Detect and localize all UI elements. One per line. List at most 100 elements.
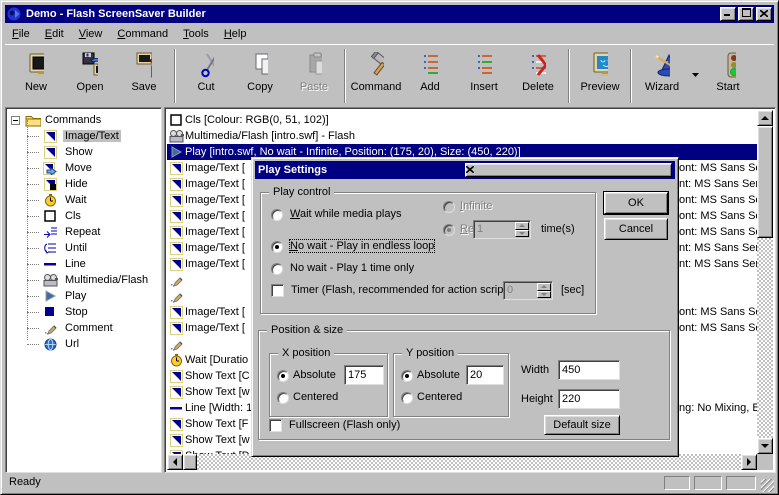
fullscreen-label[interactable]: Fullscreen (Flash only) <box>289 419 400 431</box>
fullscreen-checkbox[interactable] <box>269 419 282 432</box>
y-position-field[interactable]: 20 <box>466 365 504 385</box>
toolbar-button-preview[interactable]: Preview <box>573 49 627 101</box>
menu-item-view[interactable]: View <box>72 26 111 42</box>
sidebar-item-play[interactable]: Play <box>6 288 161 304</box>
menu-item-command[interactable]: Command <box>110 26 176 42</box>
tree-item-label[interactable]: Hide <box>63 178 90 190</box>
sidebar-item-image-text[interactable]: Image/Text <box>6 128 161 144</box>
x-centered-label[interactable]: Centered <box>293 391 338 403</box>
y-centered-label[interactable]: Centered <box>417 391 462 403</box>
x-absolute-label[interactable]: Absolute <box>293 369 336 381</box>
dialog-title-bar[interactable]: Play Settings <box>255 161 675 179</box>
toolbar-button-save[interactable]: Save <box>117 49 171 101</box>
y-absolute-label[interactable]: Absolute <box>417 369 460 381</box>
cancel-button[interactable]: Cancel <box>604 218 668 240</box>
tree-item-label[interactable]: Until <box>63 242 89 254</box>
tree-root-label[interactable]: Commands <box>45 114 101 126</box>
scroll-down-button[interactable] <box>757 438 773 454</box>
tree-item-label[interactable]: Line <box>63 258 88 270</box>
toolbar-button-copy[interactable]: Copy <box>233 49 287 101</box>
toolbar-button-wizard[interactable]: Wizard <box>635 49 689 101</box>
multimedia-icon <box>167 130 185 143</box>
no-wait-endless-loop-radio[interactable] <box>271 241 283 253</box>
ok-button[interactable]: OK <box>604 192 668 214</box>
tree-item-label[interactable]: Comment <box>63 322 115 334</box>
tree-item-label[interactable]: Play <box>63 290 88 302</box>
horizontal-scrollbar-thumb[interactable] <box>183 454 197 470</box>
sidebar-item-move[interactable]: Move <box>6 160 161 176</box>
scroll-right-button[interactable] <box>741 454 757 470</box>
menu-item-edit[interactable]: Edit <box>38 26 72 42</box>
y-centered-radio[interactable] <box>401 392 413 404</box>
wait-while-media-plays-radio[interactable] <box>271 209 283 221</box>
sidebar-item-wait[interactable]: Wait <box>6 192 161 208</box>
tree-item-label[interactable]: Multimedia/Flash <box>63 274 150 286</box>
sidebar-item-repeat[interactable]: Repeat <box>6 224 161 240</box>
sidebar-item-until[interactable]: Until <box>6 240 161 256</box>
y-absolute-radio[interactable] <box>401 370 413 382</box>
toolbar-button-label: Open <box>77 81 104 93</box>
tree-item-label[interactable]: Move <box>63 162 94 174</box>
maximize-button[interactable] <box>738 7 754 21</box>
sidebar-item-multimedia-flash[interactable]: Multimedia/Flash <box>6 272 161 288</box>
toolbar-button-start[interactable]: Start <box>701 49 755 101</box>
toolbar-button-delete[interactable]: Delete <box>511 49 565 101</box>
sidebar-item-stop[interactable]: Stop <box>6 304 161 320</box>
tree-item-label[interactable]: Repeat <box>63 226 102 238</box>
timer-checkbox[interactable] <box>271 284 284 297</box>
wait-while-media-plays-label[interactable]: Wait while media plays <box>290 208 401 220</box>
menu-item-tools[interactable]: Tools <box>176 26 217 42</box>
tree-item-label[interactable]: Show <box>63 146 95 158</box>
resize-grip[interactable] <box>761 479 774 492</box>
timer-label[interactable]: Timer (Flash, recommended for action scr… <box>291 284 516 296</box>
dialog-close-button[interactable] <box>465 163 672 177</box>
x-centered-radio[interactable] <box>277 392 289 404</box>
no-wait-once-radio[interactable] <box>271 263 283 275</box>
list-item-text-fragment: ont: MS Sans Se <box>679 224 757 240</box>
sidebar-item-line[interactable]: Line <box>6 256 161 272</box>
toolbar-button-command[interactable]: Command <box>349 49 403 101</box>
toolbar-button-open[interactable]: Open <box>63 49 117 101</box>
toolbar-button-add[interactable]: Add <box>403 49 457 101</box>
sidebar-item-url[interactable]: Url <box>6 336 161 352</box>
list-item-text-fragment: ont: MS Sans Se <box>679 320 757 336</box>
x-absolute-radio[interactable] <box>277 370 289 382</box>
menu-item-help[interactable]: Help <box>217 26 255 42</box>
sidebar-item-show[interactable]: Show <box>6 144 161 160</box>
scroll-up-button[interactable] <box>757 110 773 126</box>
list-item[interactable]: Multimedia/Flash [intro.swf] - Flash <box>167 128 757 144</box>
vertical-scrollbar[interactable] <box>757 110 773 454</box>
default-size-button[interactable]: Default size <box>544 415 620 435</box>
tree-item-label[interactable]: Image/Text <box>63 130 121 142</box>
image-text-icon <box>167 418 185 431</box>
minimize-button[interactable] <box>720 7 736 21</box>
no-wait-once-label[interactable]: No wait - Play 1 time only <box>290 262 414 274</box>
list-item[interactable]: Cls [Colour: RGB(0, 51, 102)] <box>167 112 757 128</box>
toolbar-button-new[interactable]: New <box>9 49 63 101</box>
collapse-icon[interactable] <box>11 116 20 125</box>
scroll-left-button[interactable] <box>167 454 183 470</box>
title-bar[interactable]: Demo - Flash ScreenSaver Builder <box>5 5 774 23</box>
tree-root-commands[interactable]: Commands <box>6 112 161 128</box>
play-control-group: Play control Wait while media plays Infi… <box>260 192 596 314</box>
tree-item-label[interactable]: Stop <box>63 306 90 318</box>
sidebar-item-hide[interactable]: Hide <box>6 176 161 192</box>
close-button[interactable] <box>756 7 772 21</box>
sidebar-item-cls[interactable]: Cls <box>6 208 161 224</box>
no-wait-endless-loop-label[interactable]: No wait - Play in endless loop <box>290 240 434 252</box>
comment-icon <box>42 322 58 335</box>
menu-item-file[interactable]: File <box>5 26 38 42</box>
tree-item-label[interactable]: Url <box>63 338 81 350</box>
toolbar-button-cut[interactable]: Cut <box>179 49 233 101</box>
wizard-dropdown-button[interactable] <box>689 49 701 101</box>
x-position-field[interactable]: 175 <box>344 365 384 385</box>
toolbar-button-insert[interactable]: Insert <box>457 49 511 101</box>
width-field[interactable]: 450 <box>558 360 620 380</box>
height-field[interactable]: 220 <box>558 389 620 409</box>
tree-item-label[interactable]: Wait <box>63 194 89 206</box>
vertical-scrollbar-thumb[interactable] <box>757 126 773 238</box>
image-text-icon <box>167 194 185 207</box>
sidebar-item-comment[interactable]: Comment <box>6 320 161 336</box>
cls-icon <box>42 210 58 222</box>
tree-item-label[interactable]: Cls <box>63 210 83 222</box>
